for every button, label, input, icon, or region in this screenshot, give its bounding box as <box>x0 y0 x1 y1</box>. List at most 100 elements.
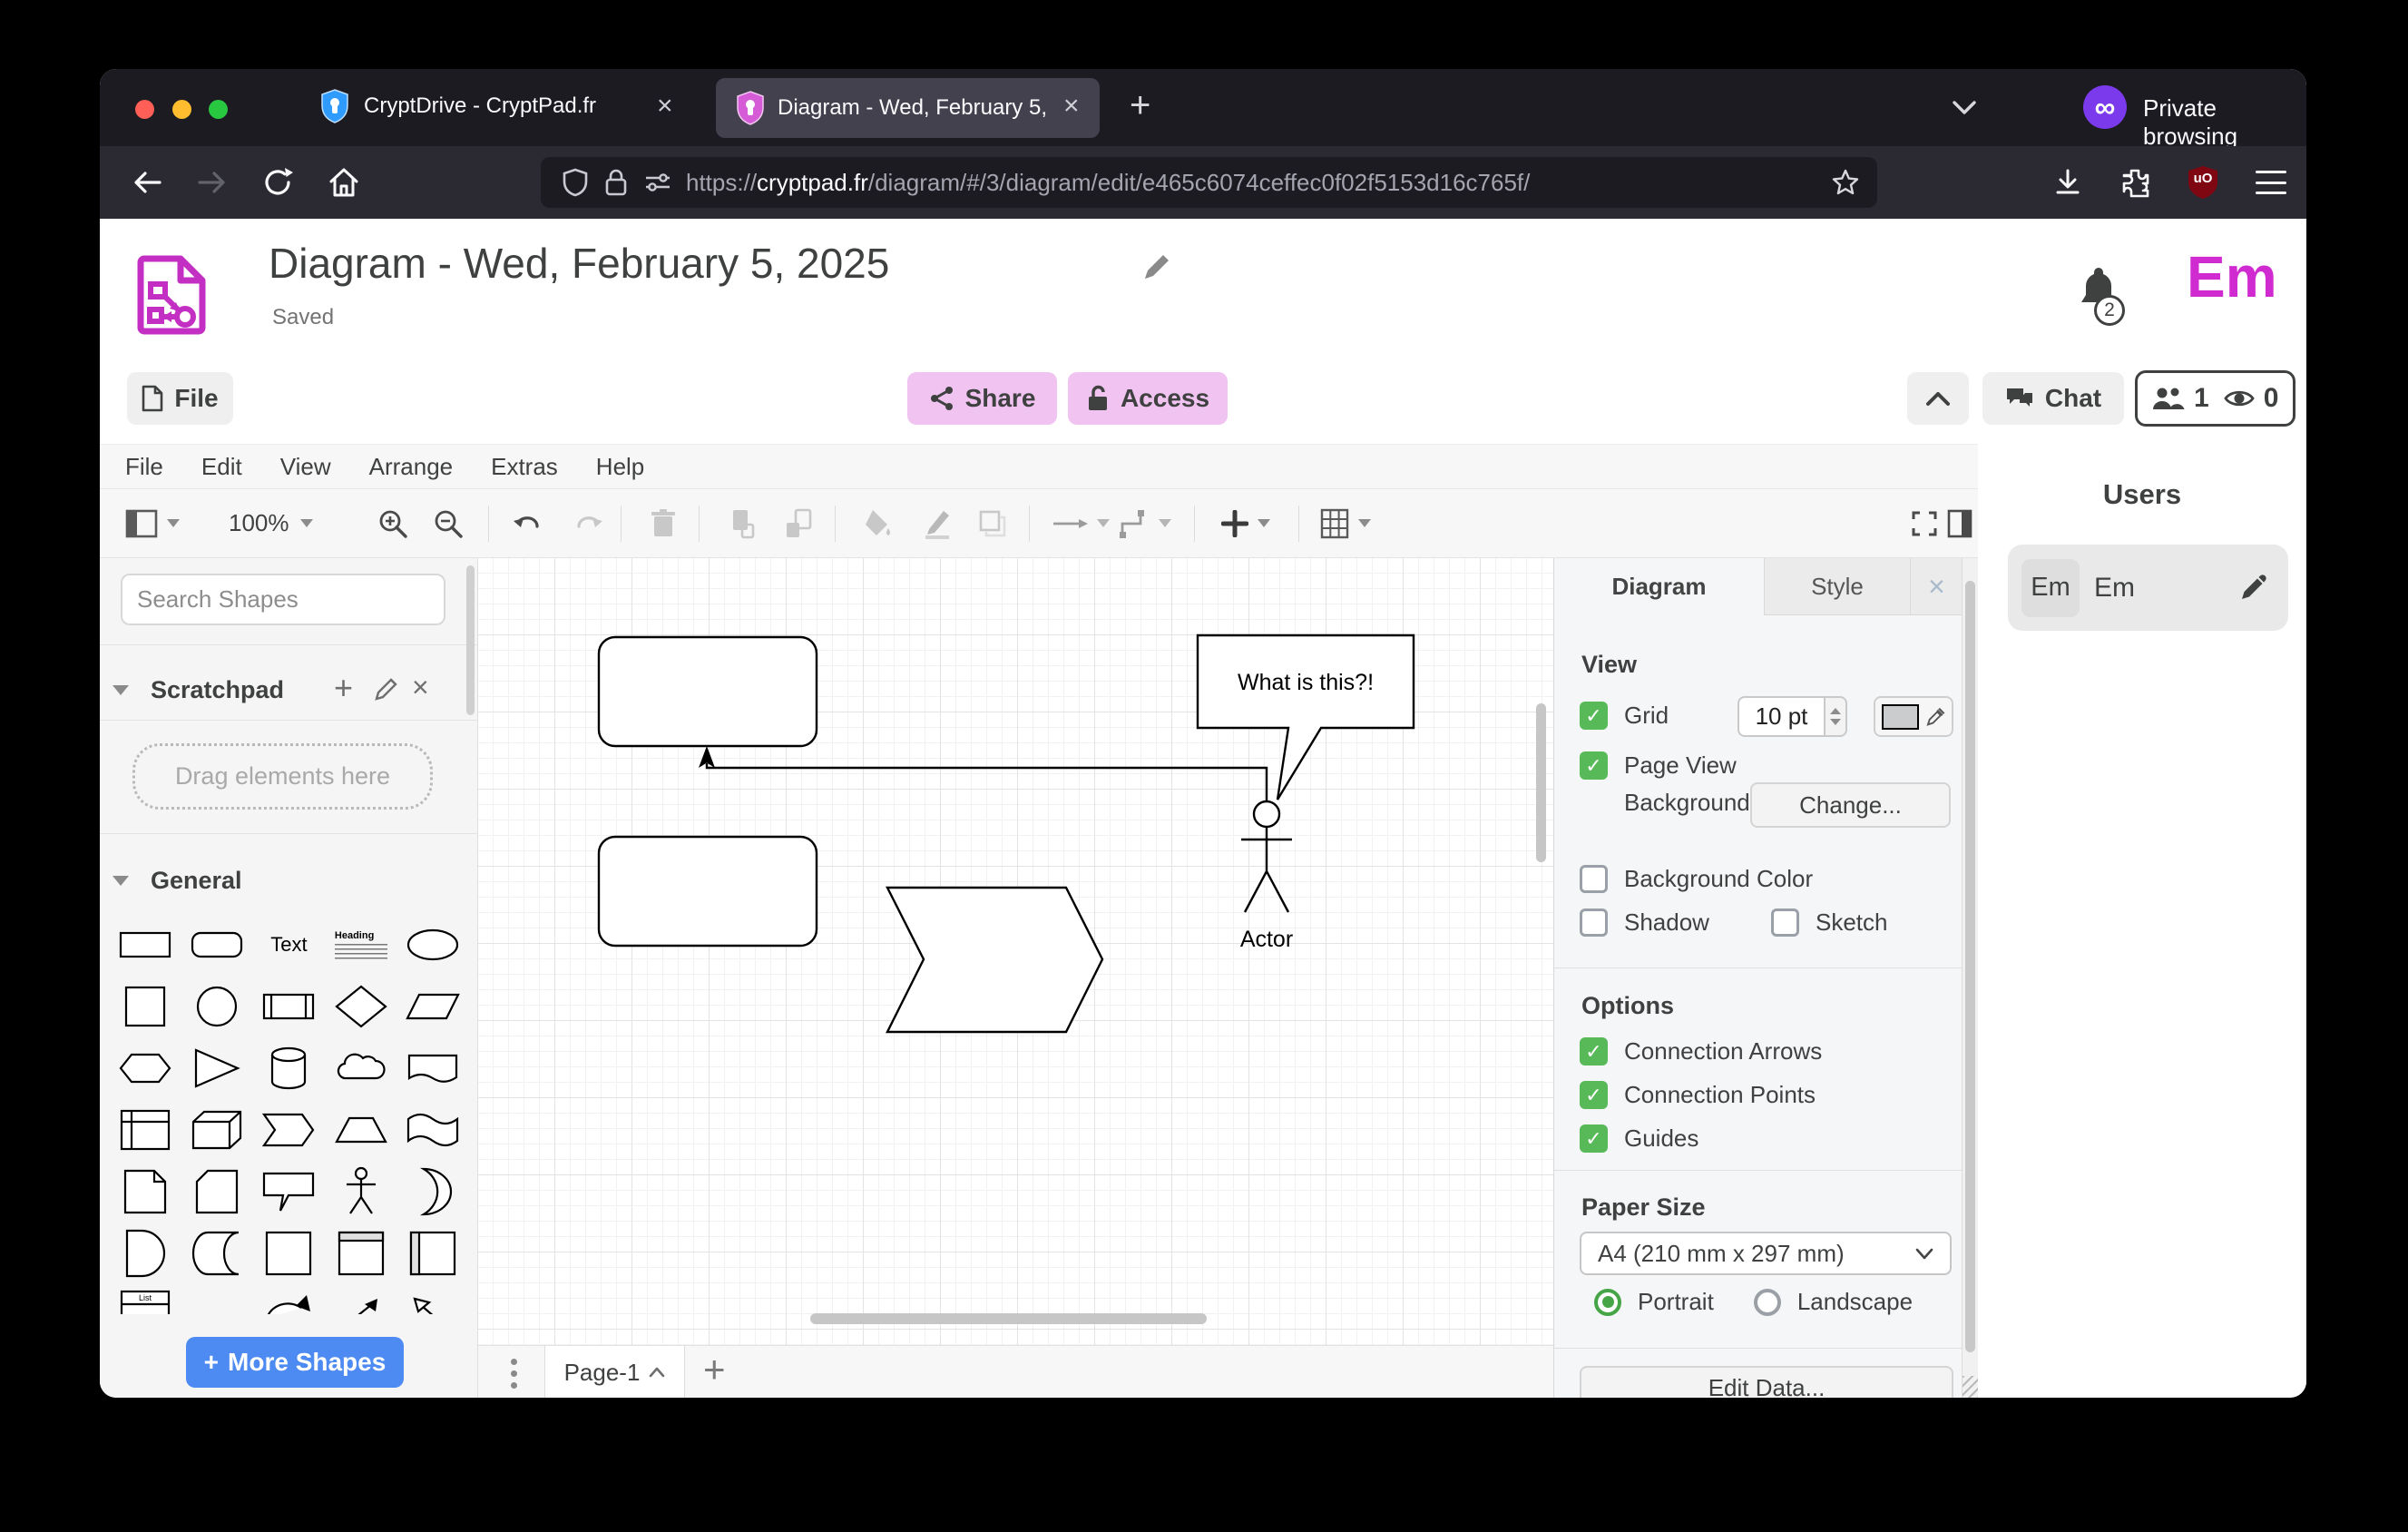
search-input[interactable] <box>135 584 443 614</box>
diagram-canvas[interactable]: What is this?! Actor <box>478 558 1553 1345</box>
guides-checkbox[interactable]: ✓ <box>1580 1124 1608 1153</box>
zoom-level-dropdown[interactable]: 100% <box>229 489 313 557</box>
shape-arrow[interactable] <box>400 1284 465 1314</box>
connection-arrows-checkbox[interactable]: ✓ <box>1580 1037 1608 1066</box>
shape-circle[interactable] <box>184 976 250 1037</box>
resize-grip[interactable] <box>1963 1376 1978 1398</box>
menu-hamburger-icon[interactable] <box>2256 171 2286 194</box>
tracking-protection-shield-icon[interactable] <box>563 168 588 197</box>
macos-zoom-button[interactable] <box>209 100 228 119</box>
reload-icon[interactable] <box>261 166 294 199</box>
page-view-checkbox[interactable]: ✓ <box>1580 751 1608 780</box>
shape-triangle[interactable] <box>184 1037 250 1099</box>
collapse-toolbar-button[interactable] <box>1907 372 1969 425</box>
line-color-button[interactable] <box>922 489 953 557</box>
shape-bidirectional-arrow[interactable] <box>328 1284 394 1314</box>
shadow-button[interactable] <box>977 489 1008 557</box>
file-menu-button[interactable]: File <box>127 372 233 425</box>
rename-pencil-icon[interactable] <box>1141 251 1172 282</box>
grid-size-stepper[interactable] <box>1826 696 1847 737</box>
tab-cryptdrive[interactable]: CryptDrive - CryptPad.fr <box>320 89 596 123</box>
tab-close-icon[interactable]: × <box>657 93 673 120</box>
portrait-radio[interactable] <box>1594 1289 1621 1316</box>
edit-name-pencil-icon[interactable] <box>2239 574 2266 602</box>
grid-checkbox[interactable]: ✓ <box>1580 702 1608 730</box>
fullscreen-button[interactable] <box>1910 489 1939 557</box>
shape-actor[interactable] <box>328 1161 394 1223</box>
home-icon[interactable] <box>327 165 361 200</box>
redo-button[interactable] <box>573 489 605 557</box>
to-front-button[interactable] <box>724 489 755 557</box>
shape-process[interactable] <box>256 976 321 1037</box>
sketch-checkbox[interactable] <box>1771 908 1799 937</box>
shape-rectangle[interactable] <box>113 914 178 976</box>
scrollbar-thumb[interactable] <box>1965 581 1975 1352</box>
menu-help[interactable]: Help <box>596 453 644 481</box>
url-bar[interactable]: https://cryptpad.fr/diagram/#/3/diagram/… <box>541 157 1877 208</box>
list-all-tabs-chevron-icon[interactable] <box>1951 98 1978 116</box>
insert-dropdown[interactable] <box>1221 489 1270 557</box>
chat-button[interactable]: Chat <box>1982 372 2124 425</box>
shape-data-storage[interactable] <box>184 1223 250 1284</box>
shape-tape[interactable] <box>400 1099 465 1161</box>
forward-icon[interactable] <box>196 168 227 197</box>
canvas-vertical-scrollbar[interactable] <box>1536 703 1546 862</box>
undo-button[interactable] <box>511 489 543 557</box>
bookmark-star-icon[interactable] <box>1832 169 1859 196</box>
table-dropdown[interactable] <box>1320 489 1371 557</box>
background-color-checkbox[interactable] <box>1580 865 1608 893</box>
menu-extras[interactable]: Extras <box>491 453 558 481</box>
zoom-in-button[interactable] <box>377 489 408 557</box>
shape-vertical-container[interactable] <box>328 1223 394 1284</box>
scratchpad-add-icon[interactable]: + <box>334 669 353 707</box>
grid-color-button[interactable] <box>1874 696 1953 737</box>
sidebar-scrollbar[interactable] <box>466 565 475 715</box>
shape-list[interactable]: List <box>113 1284 178 1314</box>
more-shapes-button[interactable]: + More Shapes <box>186 1337 404 1388</box>
shape-callout[interactable] <box>256 1161 321 1223</box>
landscape-radio[interactable] <box>1754 1289 1781 1316</box>
lock-icon[interactable] <box>604 168 628 197</box>
fill-color-button[interactable] <box>864 489 893 557</box>
delete-button[interactable] <box>650 489 677 557</box>
share-button[interactable]: Share <box>907 372 1057 425</box>
scratchpad-section-header[interactable]: Scratchpad <box>113 676 284 704</box>
shape-parallelogram[interactable] <box>400 976 465 1037</box>
scratchpad-edit-pencil-icon[interactable] <box>374 676 399 702</box>
shape-trapezoid[interactable] <box>328 1099 394 1161</box>
extensions-puzzle-icon[interactable] <box>2119 166 2152 199</box>
format-panel-toggle-button[interactable] <box>1947 489 1972 557</box>
shape-document[interactable] <box>400 1037 465 1099</box>
access-button[interactable]: Access <box>1068 372 1228 425</box>
tab-close-icon[interactable]: × <box>1063 93 1080 120</box>
shape-container[interactable] <box>256 1223 321 1284</box>
background-change-button[interactable]: Change... <box>1750 782 1951 828</box>
permissions-sliders-icon[interactable] <box>644 172 671 193</box>
shape-cube[interactable] <box>184 1099 250 1161</box>
shape-card[interactable] <box>184 1161 250 1223</box>
menu-edit[interactable]: Edit <box>201 453 242 481</box>
menu-file[interactable]: File <box>125 453 163 481</box>
macos-close-button[interactable] <box>135 100 154 119</box>
macos-minimize-button[interactable] <box>172 100 191 119</box>
format-panel-scrollbar[interactable] <box>1962 558 1978 1398</box>
zoom-out-button[interactable] <box>433 489 464 557</box>
menu-arrange[interactable]: Arrange <box>369 453 454 481</box>
shape-ellipse[interactable] <box>400 914 465 976</box>
connection-style-dropdown[interactable] <box>1052 489 1110 557</box>
downloads-icon[interactable] <box>2052 167 2083 198</box>
paper-size-select[interactable]: A4 (210 mm x 297 mm) <box>1580 1232 1952 1275</box>
shape-horizontal-container[interactable] <box>400 1223 465 1284</box>
add-page-button[interactable]: + <box>703 1348 726 1391</box>
ublock-origin-icon[interactable]: uO <box>2187 165 2219 200</box>
shape-cloud[interactable] <box>328 1037 394 1099</box>
shape-text[interactable]: Text <box>256 914 321 976</box>
scratchpad-drop-zone[interactable]: Drag elements here <box>132 743 433 810</box>
scratchpad-close-icon[interactable]: × <box>412 671 429 704</box>
tab-diagram[interactable]: Diagram <box>1554 558 1764 615</box>
shape-hexagon[interactable] <box>113 1037 178 1099</box>
menu-view[interactable]: View <box>280 453 331 481</box>
shape-square[interactable] <box>113 976 178 1037</box>
shape-search[interactable] <box>121 574 445 625</box>
shape-note[interactable] <box>113 1161 178 1223</box>
